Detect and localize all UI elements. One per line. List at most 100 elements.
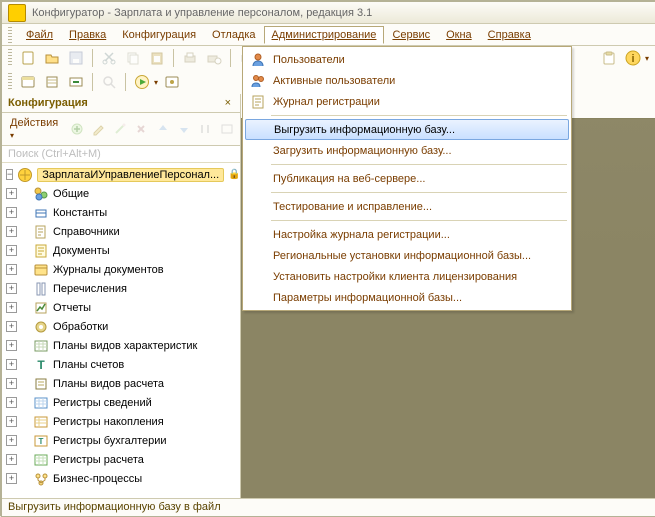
delete-button[interactable] [132, 119, 150, 139]
tree-item-icon [33, 338, 49, 354]
tree-item-label: Планы видов расчета [53, 378, 164, 390]
print-preview-button[interactable] [204, 48, 224, 68]
menu-separator [271, 164, 567, 165]
search-input[interactable]: Поиск (Ctrl+Alt+M) [2, 146, 240, 163]
tree-item-label: Общие [53, 188, 89, 200]
administration-menu: Пользователи Активные пользователи Журна… [242, 46, 572, 311]
tree-item-label: Регистры расчета [53, 454, 144, 466]
tree-item-icon [33, 243, 49, 259]
tree-item[interactable]: +TПланы счетов [4, 355, 240, 374]
tree-item[interactable]: +Регистры сведений [4, 393, 240, 412]
separator [92, 73, 93, 91]
add-button[interactable] [68, 119, 86, 139]
move-down-button[interactable] [175, 119, 193, 139]
svg-text:i: i [631, 53, 634, 65]
menu-item-web-publish[interactable]: Публикация на веб-сервере... [245, 168, 569, 189]
menu-file[interactable]: Файл [18, 26, 61, 44]
configuration-tree[interactable]: − ЗарплатаИУправлениеПерсонал... 🔒 +Общи… [2, 163, 240, 498]
cut-button[interactable] [99, 48, 119, 68]
menu-help[interactable]: Справка [480, 26, 539, 44]
tree-item[interactable]: +Справочники [4, 222, 240, 241]
menu-item-active-users[interactable]: Активные пользователи [245, 70, 569, 91]
lock-icon: 🔒 [228, 169, 240, 180]
tree-item-icon: T [33, 433, 49, 449]
open-file-button[interactable] [42, 48, 62, 68]
tree-item[interactable]: +Планы видов характеристик [4, 336, 240, 355]
separator [173, 49, 174, 67]
tree-item[interactable]: +Регистры расчета [4, 450, 240, 469]
titlebar: Конфигуратор - Зарплата и управление пер… [2, 2, 655, 24]
new-file-button[interactable] [18, 48, 38, 68]
tree-item-label: Регистры сведений [53, 397, 152, 409]
tree-item-icon [33, 395, 49, 411]
menu-item-licensing[interactable]: Установить настройки клиента лицензирова… [245, 266, 569, 287]
menu-service[interactable]: Сервис [384, 26, 438, 44]
tree-item-icon: T [33, 357, 49, 373]
tree-item-icon [33, 205, 49, 221]
tree-item[interactable]: +Бизнес-процессы [4, 469, 240, 488]
tree-item-label: Бизнес-процессы [53, 473, 142, 485]
menu-item-users[interactable]: Пользователи [245, 49, 569, 70]
sort-button[interactable] [196, 119, 214, 139]
tree-item-icon [33, 376, 49, 392]
toolbar-gripper[interactable] [8, 49, 12, 67]
tree-item[interactable]: +Документы [4, 241, 240, 260]
print-button[interactable] [180, 48, 200, 68]
menu-item-infobase-params[interactable]: Параметры информационной базы... [245, 287, 569, 308]
db-config-button[interactable] [42, 72, 62, 92]
search-tree-button[interactable] [99, 72, 119, 92]
menu-windows[interactable]: Окна [438, 26, 480, 44]
wand-button[interactable] [111, 119, 129, 139]
paste-button[interactable] [147, 48, 167, 68]
tree-item[interactable]: +Общие [4, 184, 240, 203]
tree-item[interactable]: +Обработки [4, 317, 240, 336]
menu-configuration[interactable]: Конфигурация [114, 26, 204, 44]
separator [230, 49, 231, 67]
tree-item-label: Планы видов характеристик [53, 340, 197, 352]
tree-item-label: Перечисления [53, 283, 127, 295]
start-debug-button[interactable] [132, 72, 152, 92]
open-config-button[interactable] [18, 72, 38, 92]
tree-item[interactable]: +Регистры накопления [4, 412, 240, 431]
separator [125, 73, 126, 91]
user-icon [247, 52, 269, 68]
menu-debug[interactable]: Отладка [204, 26, 263, 44]
actions-menu[interactable]: Действия ▾ [6, 115, 65, 143]
menu-item-test-fix[interactable]: Тестирование и исправление... [245, 196, 569, 217]
save-button[interactable] [66, 48, 86, 68]
debug-settings-button[interactable] [162, 72, 182, 92]
copy-button[interactable] [123, 48, 143, 68]
panel-actions-bar: Действия ▾ [2, 113, 240, 146]
edit-button[interactable] [89, 119, 107, 139]
tree-item-label: Справочники [53, 226, 120, 238]
tree-root[interactable]: − ЗарплатаИУправлениеПерсонал... 🔒 [4, 165, 240, 184]
tree-root-label: ЗарплатаИУправлениеПерсонал... [37, 168, 224, 182]
tree-item[interactable]: +Планы видов расчета [4, 374, 240, 393]
tree-item-icon [33, 262, 49, 278]
tree-item[interactable]: +TРегистры бухгалтерии [4, 431, 240, 450]
svg-text:T: T [39, 437, 44, 446]
help-button[interactable]: i [623, 48, 643, 68]
menu-administration[interactable]: Администрирование [264, 26, 385, 44]
tree-item-label: Регистры бухгалтерии [53, 435, 167, 447]
menu-item-regional-settings[interactable]: Региональные установки информационной ба… [245, 245, 569, 266]
subsystem-filter-button[interactable] [218, 119, 236, 139]
menubar-gripper[interactable] [8, 27, 12, 43]
toolbar-gripper[interactable] [8, 73, 12, 91]
update-config-button[interactable] [66, 72, 86, 92]
tree-item[interactable]: +Константы [4, 203, 240, 222]
tree-item[interactable]: +Журналы документов [4, 260, 240, 279]
panel-close-button[interactable]: × [222, 97, 234, 109]
menu-item-import-infobase[interactable]: Загрузить информационную базу... [245, 140, 569, 161]
menu-item-journal-settings[interactable]: Настройка журнала регистрации... [245, 224, 569, 245]
copy-clipboard-button[interactable] [599, 48, 619, 68]
menu-separator [271, 220, 567, 221]
tree-item-icon [33, 300, 49, 316]
menu-item-export-infobase[interactable]: Выгрузить информационную базу... [245, 119, 569, 140]
move-up-button[interactable] [153, 119, 171, 139]
tree-item[interactable]: +Перечисления [4, 279, 240, 298]
menu-edit[interactable]: Правка [61, 26, 114, 44]
tree-item-icon [33, 186, 49, 202]
menu-item-journal[interactable]: Журнал регистрации [245, 91, 569, 112]
tree-item[interactable]: +Отчеты [4, 298, 240, 317]
